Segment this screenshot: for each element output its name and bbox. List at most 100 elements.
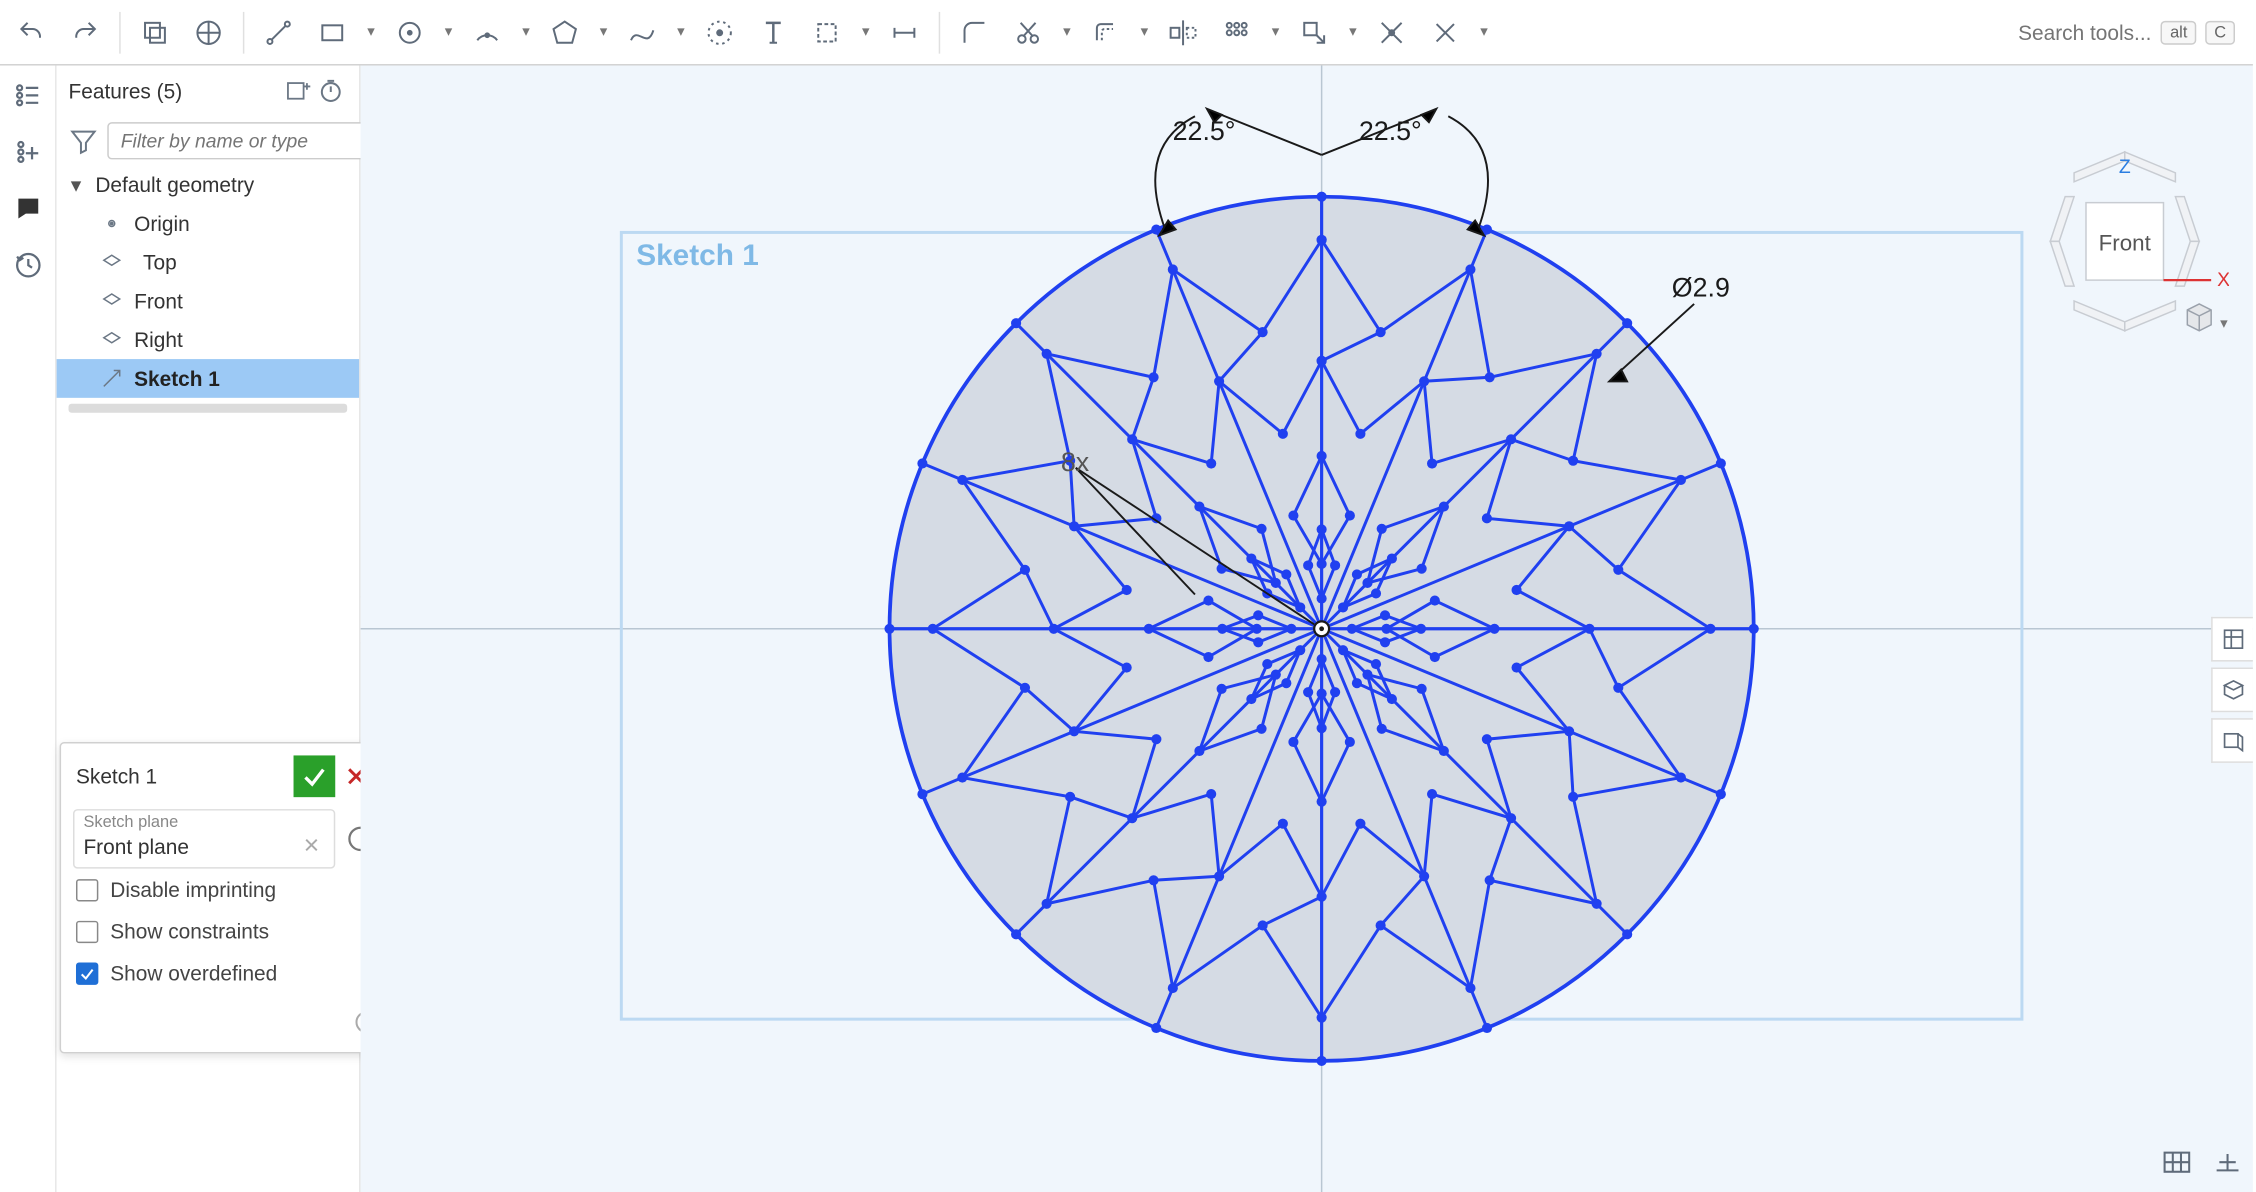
spline-tool-dropdown[interactable]: ▾ xyxy=(671,24,692,40)
feature-tree: ▾ Default geometry Origin Top Front Righ… xyxy=(57,165,359,412)
sketch-icon xyxy=(98,365,125,392)
arc-tool-dropdown[interactable]: ▾ xyxy=(516,24,537,40)
tree-label: Top xyxy=(143,250,177,274)
tool-search[interactable]: alt C xyxy=(2006,20,2247,44)
dim-diameter-text: Ø2.9 xyxy=(1672,273,1730,303)
tree-default-geometry[interactable]: ▾ Default geometry xyxy=(57,165,359,204)
toggle-grid-icon[interactable] xyxy=(2161,1146,2194,1186)
tree-right-plane[interactable]: Right xyxy=(57,320,359,359)
circle-tool[interactable] xyxy=(384,7,435,58)
sketch-plane-field[interactable]: Sketch plane Front plane × xyxy=(73,809,335,869)
axis-z-label: Z xyxy=(2119,156,2131,178)
insert-feature-icon[interactable] xyxy=(7,131,49,173)
transform-tool-dropdown[interactable]: ▾ xyxy=(1342,24,1363,40)
tree-label: Sketch 1 xyxy=(134,367,220,391)
trim-tool-dropdown[interactable]: ▾ xyxy=(1056,24,1077,40)
offset-tool-dropdown[interactable]: ▾ xyxy=(1134,24,1155,40)
fillet-tool[interactable] xyxy=(949,7,1000,58)
shortcut-hint-alt: alt xyxy=(2161,20,2196,44)
axis-x-label: X xyxy=(2217,269,2229,291)
line-tool[interactable] xyxy=(253,7,304,58)
construction-tool-dropdown[interactable]: ▾ xyxy=(855,24,876,40)
dim-angle-left-text: 22.5° xyxy=(1173,116,1236,146)
feature-panel-header: Features (5) xyxy=(57,66,359,117)
tool-search-input[interactable] xyxy=(2018,20,2152,44)
rollback-timer-icon[interactable] xyxy=(314,75,347,108)
viewcube-face: Front xyxy=(2099,230,2152,255)
caret-down-icon: ▾ xyxy=(66,172,87,197)
origin-icon xyxy=(98,210,125,237)
copy-sketch-button[interactable] xyxy=(130,7,181,58)
rectangle-tool-dropdown[interactable]: ▾ xyxy=(361,24,382,40)
sketch-plane-value: Front plane xyxy=(83,834,298,858)
pattern-tool-dropdown[interactable]: ▾ xyxy=(1265,24,1286,40)
mirror-tool[interactable] xyxy=(1158,7,1209,58)
svg-text:▾: ▾ xyxy=(2220,316,2228,332)
sketch-plane-label: Sketch 1 xyxy=(636,239,759,272)
show-overdefined-check[interactable]: Show overdefined xyxy=(73,952,377,994)
text-tool[interactable] xyxy=(748,7,799,58)
sketch-canvas[interactable]: Sketch 1 22.5° 22.5° xyxy=(361,66,2253,1192)
sketch-dialog: Sketch 1 Sketch plane Front plane × Disa… xyxy=(60,742,391,1053)
check-label: Disable imprinting xyxy=(110,878,276,902)
transform-tool[interactable] xyxy=(1289,7,1340,58)
tree-label: Default geometry xyxy=(95,173,254,197)
right-tool-3[interactable] xyxy=(2211,718,2253,763)
bottom-right-icons xyxy=(2161,1146,2244,1186)
check-label: Show constraints xyxy=(110,919,269,943)
plane-icon xyxy=(98,249,125,276)
redo-button[interactable] xyxy=(60,7,111,58)
sketch-toolbar: ▾ ▾ ▾ ▾ ▾ ▾ ▾ ▾ ▾ ▾ ▾ alt C xyxy=(0,0,2253,66)
history-icon[interactable] xyxy=(7,244,49,286)
disable-imprinting-check[interactable]: Disable imprinting xyxy=(73,869,377,911)
rectangle-tool[interactable] xyxy=(307,7,358,58)
plane-icon xyxy=(98,326,125,353)
view-cube[interactable]: Front Z X ▾ xyxy=(2020,137,2229,346)
dim-angle-right-text: 22.5° xyxy=(1359,116,1422,146)
spline-tool[interactable] xyxy=(617,7,668,58)
right-tool-strip xyxy=(2211,617,2253,763)
offset-tool[interactable] xyxy=(1080,7,1131,58)
tree-label: Front xyxy=(134,289,183,313)
right-tool-1[interactable] xyxy=(2211,617,2253,662)
dimension-tool[interactable] xyxy=(879,7,930,58)
units-icon[interactable] xyxy=(2211,1146,2244,1186)
comments-icon[interactable] xyxy=(7,188,49,230)
tree-sketch1[interactable]: Sketch 1 xyxy=(57,359,359,398)
tree-front-plane[interactable]: Front xyxy=(57,282,359,321)
viewport[interactable]: Sketch 1 22.5° 22.5° xyxy=(361,66,2253,1192)
sketch-tool-button[interactable] xyxy=(183,7,234,58)
polygon-tool[interactable] xyxy=(539,7,590,58)
tree-origin[interactable]: Origin xyxy=(57,204,359,243)
arc-tool[interactable] xyxy=(462,7,513,58)
check-label: Show overdefined xyxy=(110,961,277,985)
add-feature-icon[interactable] xyxy=(282,75,315,108)
pattern-tool[interactable] xyxy=(1211,7,1262,58)
dim-pattern-count-text: 8x xyxy=(1061,447,1090,477)
clear-plane-icon[interactable]: × xyxy=(298,831,325,858)
circle-tool-dropdown[interactable]: ▾ xyxy=(438,24,459,40)
constraint-tool-dropdown[interactable]: ▾ xyxy=(1474,24,1495,40)
intersect-tool[interactable] xyxy=(1366,7,1417,58)
show-constraints-check[interactable]: Show constraints xyxy=(73,910,377,952)
right-tool-2[interactable] xyxy=(2211,668,2253,713)
tree-top-plane[interactable]: Top xyxy=(57,243,359,282)
confirm-button[interactable] xyxy=(294,755,336,797)
feature-list-icon[interactable] xyxy=(7,75,49,117)
shortcut-hint-c: C xyxy=(2205,20,2235,44)
construction-tool[interactable] xyxy=(802,7,853,58)
polygon-tool-dropdown[interactable]: ▾ xyxy=(593,24,614,40)
undo-button[interactable] xyxy=(6,7,57,58)
trim-tool[interactable] xyxy=(1003,7,1054,58)
filter-icon[interactable] xyxy=(69,126,99,156)
dialog-title: Sketch 1 xyxy=(76,764,294,788)
plane-icon xyxy=(98,288,125,315)
left-rail xyxy=(0,66,57,1192)
point-tool[interactable] xyxy=(694,7,745,58)
feature-title: Features (5) xyxy=(69,79,183,103)
feature-filter-input[interactable] xyxy=(107,122,399,159)
sketch-plane-label: Sketch plane xyxy=(83,814,178,832)
rollback-bar[interactable] xyxy=(69,404,348,413)
constraint-tool[interactable] xyxy=(1420,7,1471,58)
tree-label: Origin xyxy=(134,212,190,236)
